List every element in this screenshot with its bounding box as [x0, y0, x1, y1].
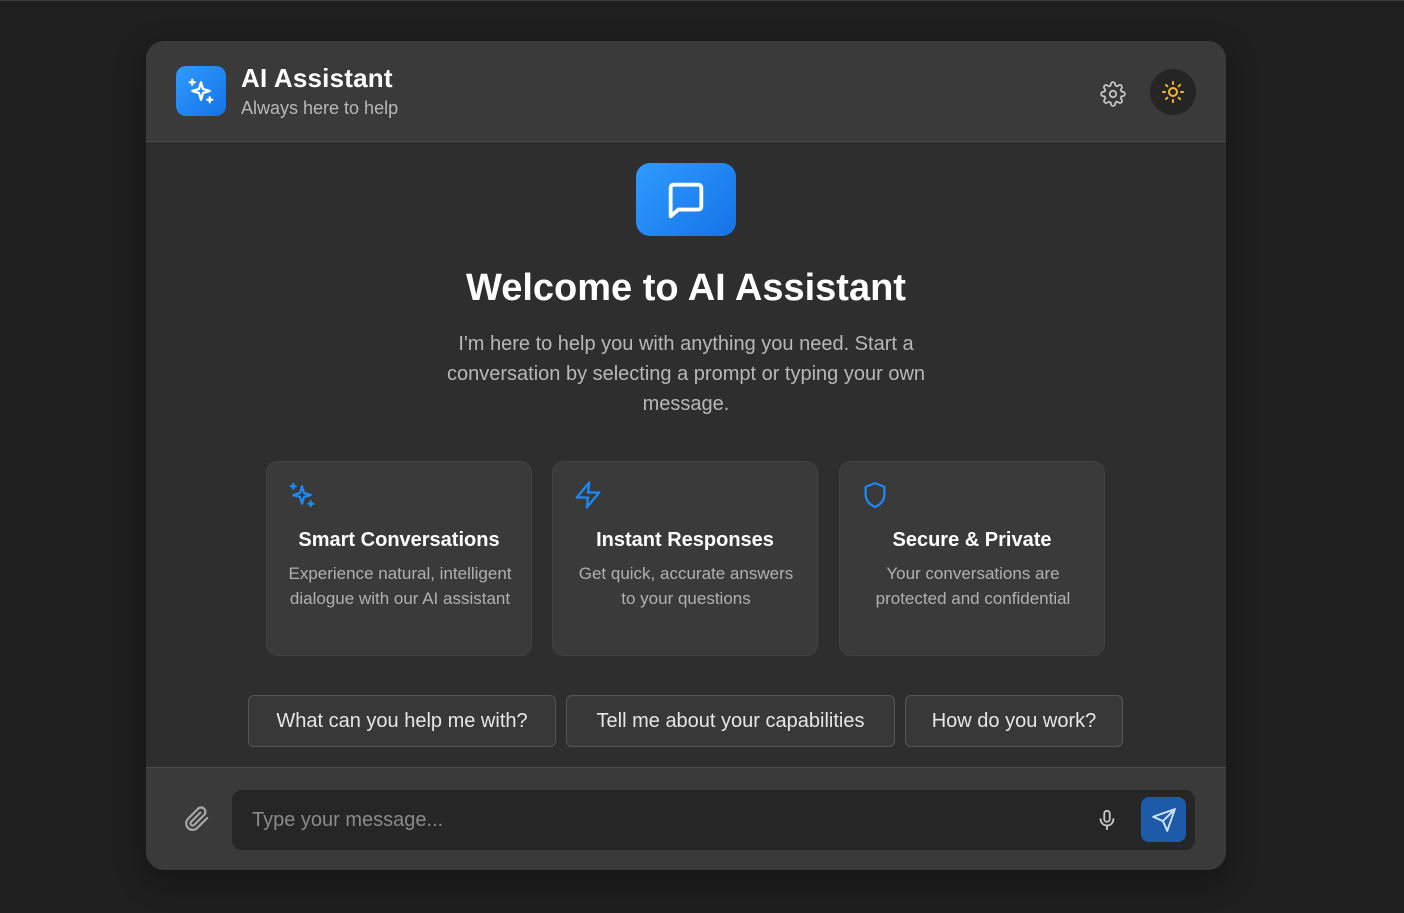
settings-button[interactable] — [1090, 71, 1136, 117]
lightning-icon — [575, 481, 601, 509]
feature-card-instant-responses: Instant Responses Get quick, accurate an… — [552, 461, 818, 656]
message-input[interactable] — [252, 790, 1072, 850]
feature-title: Smart Conversations — [298, 529, 500, 551]
send-button[interactable] — [1141, 797, 1186, 842]
microphone-button[interactable] — [1092, 805, 1122, 835]
welcome-description: I'm here to help you with anything you n… — [446, 333, 926, 415]
app-subtitle: Always here to help — [241, 98, 399, 118]
feature-card-smart-conversations: Smart Conversations Experience natural, … — [266, 461, 532, 656]
chat-bubble-icon — [668, 182, 704, 218]
feature-description: Get quick, accurate answers to your ques… — [578, 564, 794, 608]
sparkles-icon — [188, 78, 214, 104]
prompt-chip-help[interactable]: What can you help me with? — [248, 695, 556, 747]
shield-icon — [864, 482, 886, 508]
welcome-chat-badge — [636, 163, 736, 236]
feature-card-secure-private: Secure & Private Your conversations are … — [839, 461, 1105, 656]
welcome-title: Welcome to AI Assistant — [466, 267, 906, 309]
message-input-wrapper — [232, 790, 1195, 850]
paperclip-icon — [185, 806, 209, 831]
send-icon — [1151, 807, 1176, 832]
feature-description: Your conversations are protected and con… — [875, 564, 1071, 608]
feature-title: Secure & Private — [892, 529, 1052, 551]
gear-icon — [1100, 81, 1126, 107]
feature-description: Experience natural, intelligent dialogue… — [288, 564, 512, 608]
app-title: AI Assistant — [241, 63, 393, 93]
feature-title: Instant Responses — [596, 529, 774, 551]
attach-button[interactable] — [182, 804, 212, 834]
chat-window: AI Assistant Always here to help Welcome… — [146, 41, 1226, 870]
chat-header: AI Assistant Always here to help — [146, 41, 1226, 142]
prompt-chip-how-it-works[interactable]: How do you work? — [905, 695, 1123, 747]
sparkles-icon — [289, 482, 315, 508]
app-logo — [176, 66, 226, 116]
sun-icon — [1162, 81, 1184, 103]
prompt-chip-capabilities[interactable]: Tell me about your capabilities — [566, 695, 895, 747]
message-composer — [146, 767, 1226, 870]
microphone-icon — [1099, 809, 1115, 831]
theme-toggle-button[interactable] — [1150, 69, 1196, 115]
